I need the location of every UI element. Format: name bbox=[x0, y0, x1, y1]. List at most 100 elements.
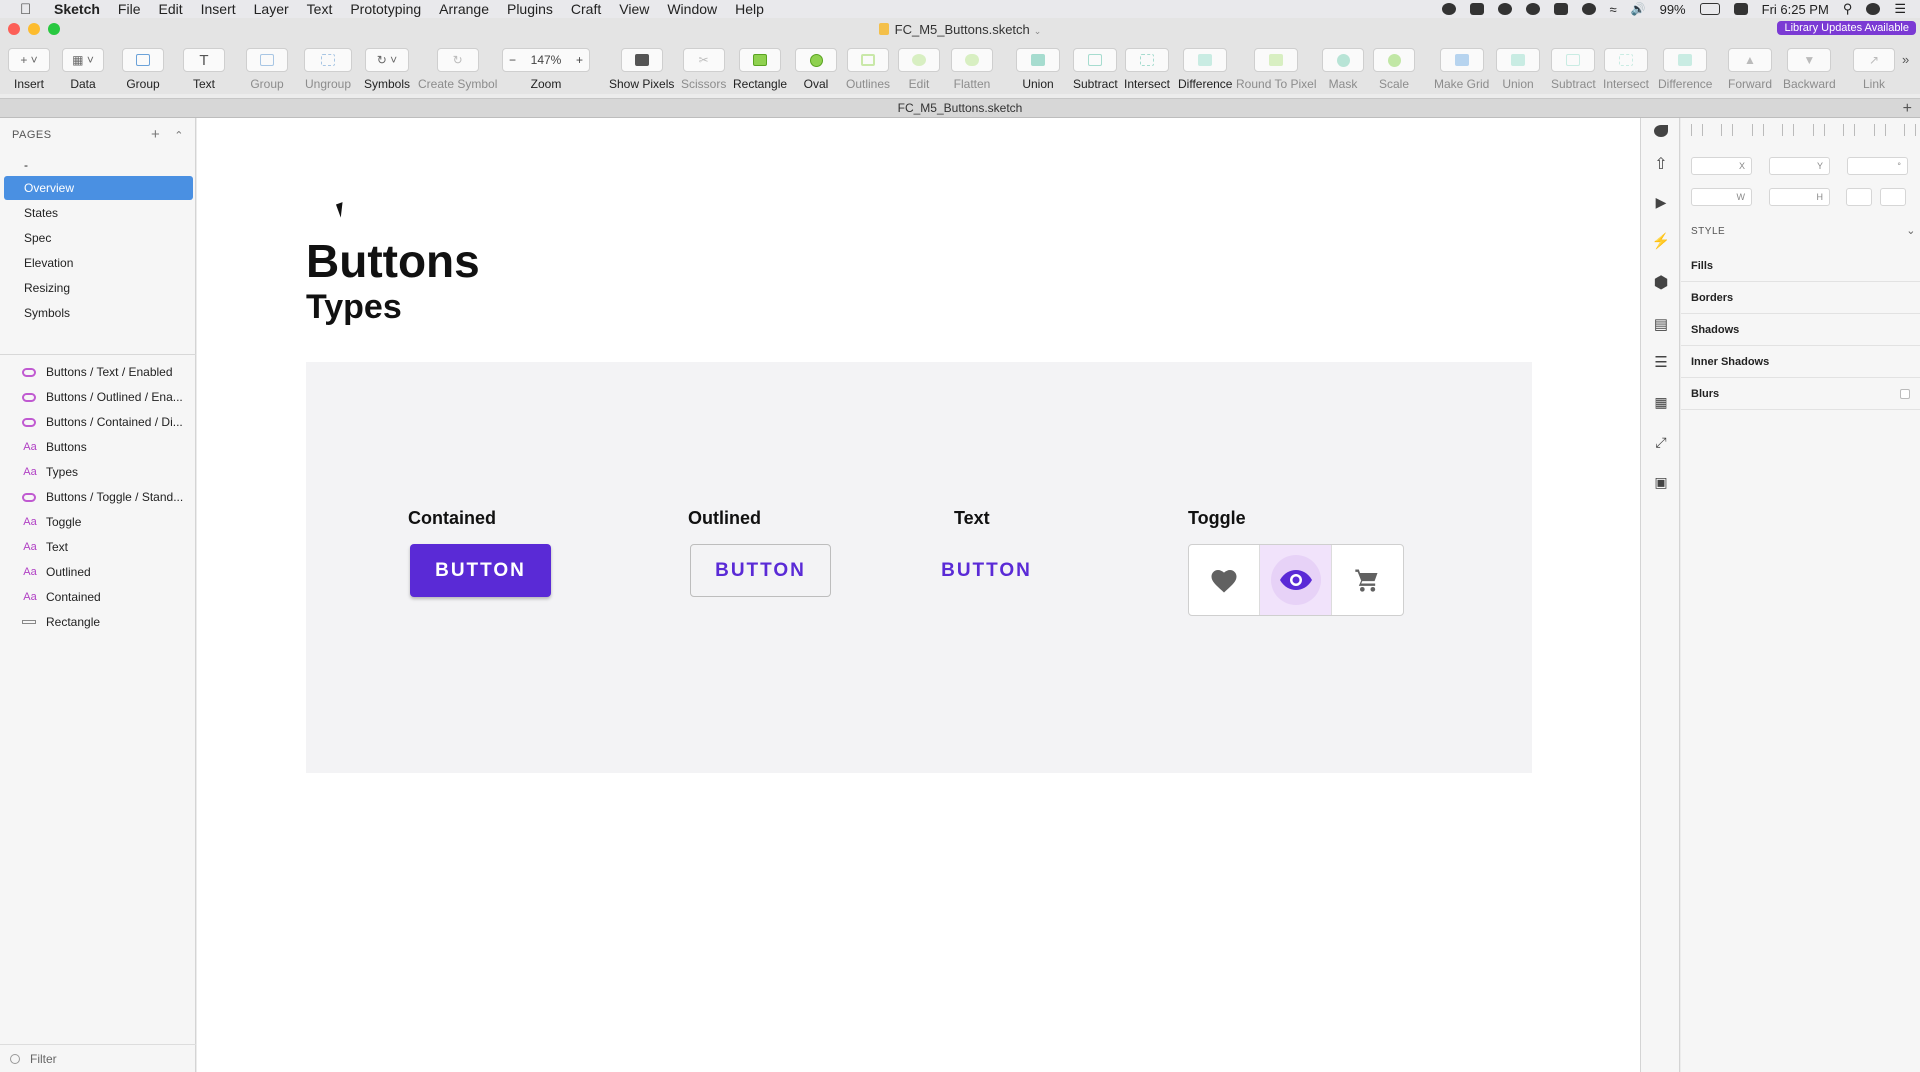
contained-label[interactable]: Contained bbox=[408, 508, 496, 529]
x-field[interactable]: X bbox=[1691, 157, 1752, 175]
contained-button[interactable]: BUTTON bbox=[410, 544, 551, 597]
text-button[interactable]: BUTTON bbox=[916, 544, 1057, 597]
zoom-in-button[interactable]: + bbox=[576, 53, 583, 67]
page-item-states[interactable]: States bbox=[4, 201, 193, 225]
lightning-icon[interactable]: ⚡ bbox=[1651, 231, 1671, 251]
plugin-hexagon-icon[interactable]: ⬢ bbox=[1651, 273, 1671, 293]
union-tool[interactable]: Union bbox=[1016, 48, 1060, 91]
zoom-control[interactable]: −147% + Zoom bbox=[502, 48, 590, 91]
volume-icon[interactable]: 🔊 bbox=[1631, 2, 1646, 16]
app-status-icon[interactable] bbox=[1469, 3, 1484, 15]
intersect-tool[interactable]: Intersect bbox=[1124, 48, 1170, 91]
menu-arrange[interactable]: Arrange bbox=[439, 1, 489, 17]
group-disabled-icon[interactable] bbox=[246, 48, 288, 72]
page-item-resizing[interactable]: Resizing bbox=[4, 276, 193, 300]
zoom-out-button[interactable]: − bbox=[509, 53, 516, 67]
distribute-vertical-icon[interactable] bbox=[1903, 124, 1916, 136]
oval-icon[interactable] bbox=[795, 48, 837, 72]
align-left-icon[interactable] bbox=[1691, 124, 1703, 136]
rectangle-icon[interactable] bbox=[739, 48, 782, 72]
button-types-artboard[interactable]: Contained Outlined Text Toggle BUTTON BU… bbox=[306, 362, 1532, 773]
edit-icon[interactable] bbox=[898, 48, 940, 72]
list-panel-icon[interactable]: ☰ bbox=[1651, 352, 1671, 372]
menu-insert[interactable]: Insert bbox=[201, 1, 236, 17]
toggle-view[interactable] bbox=[1260, 545, 1332, 615]
scissors-icon[interactable]: ✂ bbox=[682, 48, 725, 72]
creative-cloud-icon[interactable] bbox=[1497, 3, 1512, 15]
spotlight-icon[interactable]: ⚲ bbox=[1843, 1, 1853, 17]
toggle-label[interactable]: Toggle bbox=[1188, 508, 1246, 529]
layer-item[interactable]: Rectangle bbox=[22, 610, 192, 634]
toggle-cart[interactable] bbox=[1332, 545, 1403, 615]
layer-item[interactable]: Buttons / Contained / Di... bbox=[22, 410, 192, 434]
create-symbol-button[interactable]: ↻ Create Symbol bbox=[418, 48, 497, 91]
round-to-pixel-tool[interactable]: Round To Pixel bbox=[1236, 48, 1317, 91]
bring-forward-icon[interactable]: ▲ bbox=[1728, 48, 1772, 72]
align-top-icon[interactable] bbox=[1812, 124, 1825, 136]
input-source-icon[interactable] bbox=[1733, 3, 1748, 15]
add-page-button[interactable]: + bbox=[151, 126, 160, 143]
layer-item[interactable]: Buttons / Toggle / Stand... bbox=[22, 485, 192, 509]
scale-tool[interactable]: Scale bbox=[1373, 48, 1415, 91]
width-field[interactable]: W bbox=[1691, 188, 1752, 206]
toolbar-overflow-icon[interactable]: » bbox=[1902, 52, 1909, 67]
menu-prototyping[interactable]: Prototyping bbox=[350, 1, 421, 17]
align-right-icon[interactable] bbox=[1751, 124, 1764, 136]
menu-craft[interactable]: Craft bbox=[571, 1, 601, 17]
group-tool[interactable]: Group bbox=[122, 48, 164, 91]
toggle-favorite[interactable] bbox=[1189, 545, 1261, 615]
align-middle-icon[interactable] bbox=[1843, 124, 1856, 136]
scissors-tool[interactable]: ✂ Scissors bbox=[681, 48, 726, 91]
layer-item[interactable]: Aa Contained bbox=[22, 585, 192, 609]
blurs-section[interactable]: Blurs bbox=[1681, 378, 1920, 410]
difference-icon[interactable] bbox=[1663, 48, 1708, 72]
image-icon[interactable]: ▣ bbox=[1651, 472, 1671, 492]
text-icon[interactable]: T bbox=[183, 48, 225, 72]
round-to-pixel-icon[interactable] bbox=[1254, 48, 1299, 72]
menu-app-name[interactable]: Sketch bbox=[54, 1, 100, 17]
layer-item[interactable]: Aa Toggle bbox=[22, 510, 192, 534]
user-avatar-icon[interactable] bbox=[1866, 3, 1881, 15]
menu-view[interactable]: View bbox=[619, 1, 649, 17]
layer-item[interactable]: Buttons / Outlined / Ena... bbox=[22, 385, 192, 409]
show-pixels-tool[interactable]: Show Pixels bbox=[609, 48, 674, 91]
library-updates-badge[interactable]: Library Updates Available bbox=[1777, 21, 1916, 35]
align-bottom-icon[interactable] bbox=[1873, 124, 1886, 136]
text-label[interactable]: Text bbox=[954, 508, 990, 529]
notification-center-icon[interactable]: ☰ bbox=[1894, 1, 1906, 17]
layer-item[interactable]: Buttons / Text / Enabled bbox=[22, 360, 192, 384]
page-item-elevation[interactable]: Elevation bbox=[4, 251, 193, 275]
height-field[interactable]: H bbox=[1769, 188, 1830, 206]
outlines-tool[interactable]: Outlines bbox=[846, 48, 890, 91]
menu-file[interactable]: File bbox=[118, 1, 141, 17]
layout-bars-icon[interactable]: ▤ bbox=[1651, 314, 1671, 334]
subtract-icon[interactable] bbox=[1551, 48, 1596, 72]
component-swap-icon[interactable]: ▦ bbox=[1651, 392, 1671, 412]
page-item-symbols[interactable]: Symbols bbox=[4, 301, 193, 325]
canvas-title[interactable]: Buttons bbox=[306, 234, 480, 288]
play-icon[interactable]: ▶ bbox=[1651, 192, 1671, 212]
send-backward-icon[interactable]: ▼ bbox=[1787, 48, 1832, 72]
battery-icon[interactable] bbox=[1699, 3, 1720, 15]
plus-icon[interactable]: + ˅ bbox=[8, 48, 50, 72]
outlined-button[interactable]: BUTTON bbox=[690, 544, 831, 597]
text-tool[interactable]: T Text bbox=[183, 48, 225, 91]
ungroup-icon[interactable] bbox=[304, 48, 352, 72]
record-icon[interactable] bbox=[1441, 3, 1456, 15]
skype-icon[interactable] bbox=[1525, 3, 1540, 15]
mask-tool[interactable]: Mask bbox=[1322, 48, 1364, 91]
group-icon[interactable] bbox=[122, 48, 164, 72]
ungroup-button[interactable]: Ungroup bbox=[304, 48, 352, 91]
rotation-field[interactable]: ° bbox=[1847, 157, 1908, 175]
backward-tool[interactable]: ▼ Backward bbox=[1783, 48, 1836, 91]
union-tool-2[interactable]: Union bbox=[1496, 48, 1540, 91]
create-symbol-icon[interactable]: ↻ bbox=[436, 48, 479, 72]
menu-window[interactable]: Window bbox=[667, 1, 717, 17]
union-icon[interactable] bbox=[1016, 48, 1060, 72]
outlined-label[interactable]: Outlined bbox=[688, 508, 761, 529]
layer-item[interactable]: Aa Text bbox=[22, 535, 192, 559]
new-tab-button[interactable]: + bbox=[1903, 99, 1912, 118]
export-icon[interactable]: ⇧ bbox=[1651, 154, 1671, 174]
flip-vertical-button[interactable] bbox=[1880, 188, 1906, 206]
layer-filter[interactable]: Filter bbox=[0, 1044, 196, 1072]
